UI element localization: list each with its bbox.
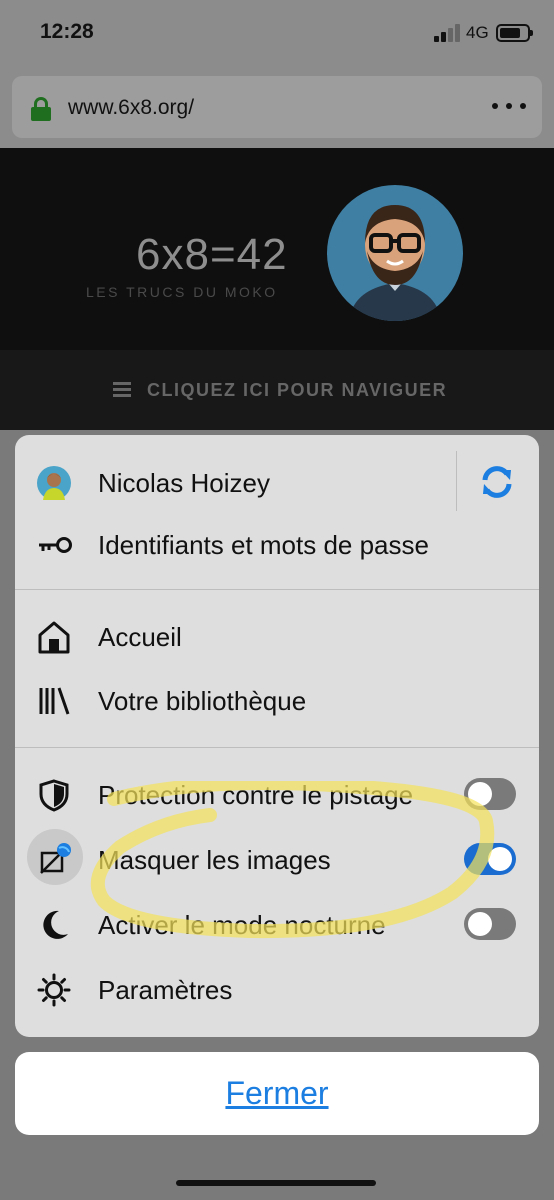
key-icon (37, 528, 72, 562)
library-icon (37, 684, 71, 718)
sync-icon[interactable] (477, 462, 517, 502)
menu-item-hide-images[interactable]: Masquer les images (15, 828, 539, 890)
menu-item-night-mode[interactable]: Activer le mode nocturne (15, 893, 539, 955)
site-subtitle: LES TRUCS DU MOKO (86, 284, 278, 300)
home-indicator[interactable] (176, 1180, 376, 1186)
hide-images-toggle[interactable] (464, 843, 516, 875)
logins-label: Identifiants et mots de passe (98, 530, 429, 560)
tracking-protection-toggle[interactable] (464, 778, 516, 810)
network-type: 4G (466, 23, 489, 42)
browser-menu: Nicolas Hoizey Identifiants et mots de p… (15, 435, 539, 1037)
close-sheet: Fermer (15, 1052, 539, 1135)
hide-images-icon (37, 843, 71, 877)
tracking-protection-label: Protection contre le pistage (98, 780, 414, 810)
hide-images-label: Masquer les images (98, 845, 331, 875)
site-avatar (327, 185, 463, 321)
lock-icon (31, 97, 51, 121)
night-mode-label: Activer le mode nocturne (98, 910, 386, 940)
signal-icon (434, 24, 462, 42)
menu-item-logins[interactable]: Identifiants et mots de passe (15, 513, 539, 575)
library-label: Votre bibliothèque (98, 686, 307, 716)
home-label: Accueil (98, 622, 182, 652)
divider (15, 589, 539, 590)
menu-item-home[interactable]: Accueil (15, 605, 539, 667)
hamburger-icon (113, 382, 131, 397)
browser-toolbar: www.6x8.org/ (0, 70, 554, 148)
site-header: 6x8=42 LES TRUCS DU MOKO CLIQUEZ ICI POU… (0, 148, 554, 430)
battery-icon (496, 24, 533, 42)
home-icon (37, 620, 71, 654)
moon-icon (37, 908, 71, 942)
divider (15, 747, 539, 748)
menu-item-settings[interactable]: Paramètres (15, 958, 539, 1020)
account-avatar (37, 466, 71, 500)
url-bar[interactable]: www.6x8.org/ (12, 76, 542, 138)
night-mode-toggle[interactable] (464, 908, 516, 940)
status-time: 12:28 (40, 20, 94, 43)
menu-item-tracking-protection[interactable]: Protection contre le pistage (15, 763, 539, 825)
shield-icon (37, 778, 71, 812)
more-icon[interactable] (492, 103, 526, 109)
url-text[interactable]: www.6x8.org/ (68, 96, 194, 120)
account-name: Nicolas Hoizey (98, 468, 270, 498)
site-nav-label: CLIQUEZ ICI POUR NAVIGUER (147, 380, 448, 400)
gear-icon (37, 973, 71, 1007)
site-nav-bar[interactable]: CLIQUEZ ICI POUR NAVIGUER (0, 350, 554, 430)
site-title[interactable]: 6x8=42 (136, 230, 288, 280)
menu-item-account[interactable]: Nicolas Hoizey (15, 451, 539, 513)
settings-label: Paramètres (98, 975, 233, 1005)
divider (456, 451, 457, 511)
status-bar: 12:28 4G (0, 0, 554, 70)
close-button[interactable]: Fermer (15, 1052, 539, 1135)
menu-item-library[interactable]: Votre bibliothèque (15, 669, 539, 731)
